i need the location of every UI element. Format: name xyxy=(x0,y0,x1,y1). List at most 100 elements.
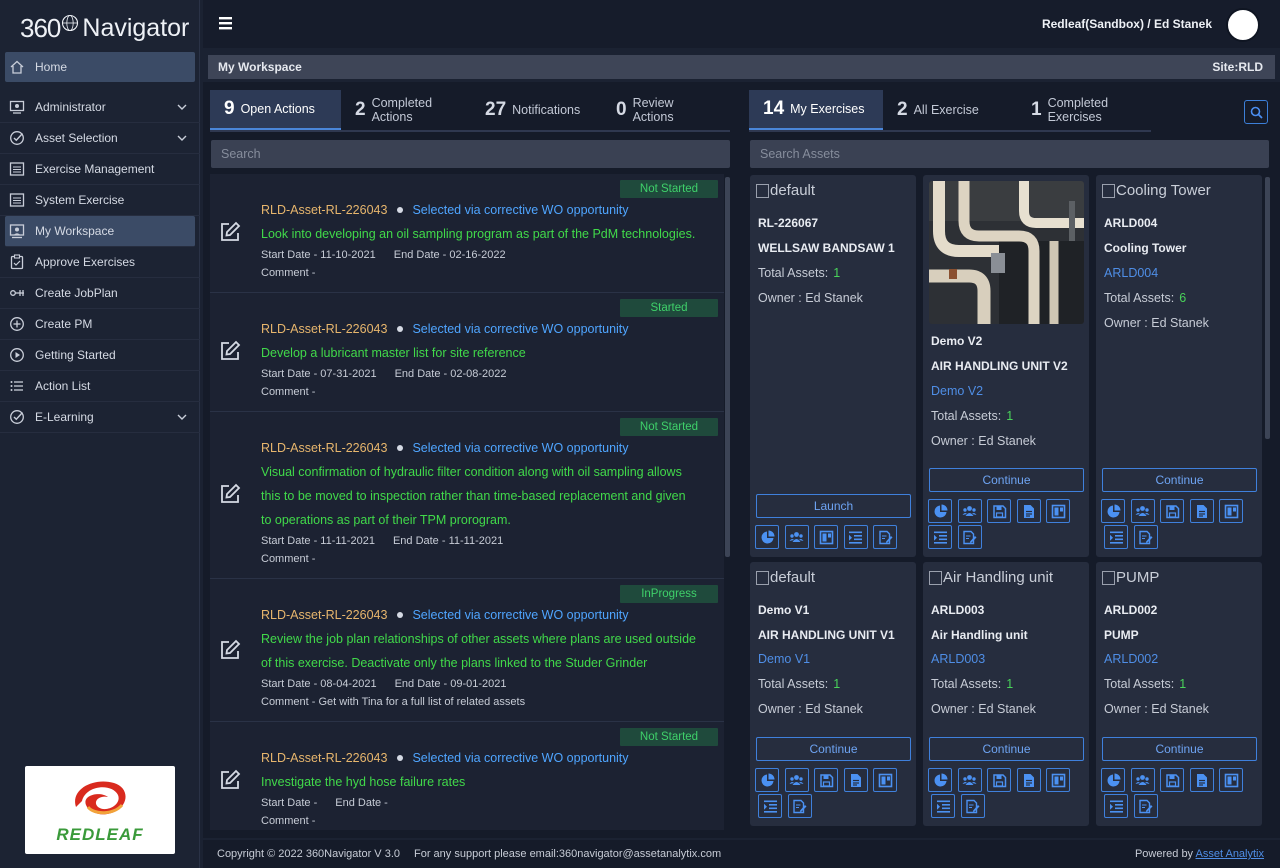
list-item[interactable]: Not Started RLD-Asset-RL-226043 Selected… xyxy=(210,412,724,579)
save-button[interactable] xyxy=(987,768,1011,792)
tab-notifications[interactable]: 27 Notifications xyxy=(471,90,602,130)
sidebar-item-home[interactable]: Home xyxy=(5,52,195,82)
users-button[interactable] xyxy=(957,768,982,792)
pie-chart-button[interactable] xyxy=(928,499,952,523)
edit-doc-button[interactable] xyxy=(787,794,812,818)
users-button[interactable] xyxy=(784,768,809,792)
save-button[interactable] xyxy=(1160,499,1184,523)
layout-button[interactable] xyxy=(1219,768,1243,792)
indent-list-button[interactable] xyxy=(843,525,868,549)
exercise-link[interactable]: ARLD003 xyxy=(931,652,985,666)
sidebar-item-action-list[interactable]: Action List xyxy=(0,371,200,402)
document-button[interactable] xyxy=(1016,768,1041,792)
user-name[interactable]: Redleaf(Sandbox) / Ed Stanek xyxy=(1042,17,1212,31)
indent-list-button[interactable] xyxy=(758,794,782,818)
continue-button[interactable]: Continue xyxy=(756,737,911,761)
assets-search-input[interactable]: Search Assets xyxy=(750,140,1269,168)
tab-open-actions[interactable]: 9 Open Actions xyxy=(210,90,341,130)
pie-chart-button[interactable] xyxy=(755,525,779,549)
asset-id[interactable]: RLD-Asset-RL-226043 xyxy=(261,203,387,217)
edit-icon[interactable] xyxy=(218,482,242,506)
sidebar-item-asset-selection[interactable]: Asset Selection xyxy=(0,123,200,154)
edit-icon[interactable] xyxy=(218,220,242,244)
edit-icon[interactable] xyxy=(218,638,242,662)
layout-button[interactable] xyxy=(873,768,897,792)
layout-button[interactable] xyxy=(1046,499,1070,523)
exercises-scrollbar[interactable] xyxy=(1265,177,1270,439)
edit-doc-button[interactable] xyxy=(1133,794,1158,818)
save-button[interactable] xyxy=(814,768,838,792)
exercise-link[interactable]: Demo V1 xyxy=(758,652,810,666)
pie-chart-button[interactable] xyxy=(928,768,952,792)
sidebar-item-system-exercise[interactable]: System Exercise xyxy=(0,185,200,216)
layout-button[interactable] xyxy=(814,525,838,549)
list-item[interactable]: Not Started RLD-Asset-RL-226043 Selected… xyxy=(210,174,724,293)
list-item[interactable]: Not Started RLD-Asset-RL-226043 Selected… xyxy=(210,722,724,830)
edit-doc-button[interactable] xyxy=(960,794,985,818)
asset-id[interactable]: RLD-Asset-RL-226043 xyxy=(261,751,387,765)
tab-all-exercise[interactable]: 2 All Exercise xyxy=(883,90,1017,130)
pie-chart-button[interactable] xyxy=(755,768,779,792)
indent-list-button[interactable] xyxy=(1104,794,1128,818)
app-logo[interactable]: 360 Navigator xyxy=(20,10,189,46)
document-button[interactable] xyxy=(1016,499,1041,523)
indent-list-button[interactable] xyxy=(931,794,955,818)
tab-my-exercises[interactable]: 14 My Exercises xyxy=(749,90,883,130)
actions-scrollbar[interactable] xyxy=(725,177,730,557)
edit-doc-button[interactable] xyxy=(873,525,897,549)
document-button[interactable] xyxy=(1189,499,1214,523)
edit-doc-button[interactable] xyxy=(957,525,982,549)
asset-id[interactable]: RLD-Asset-RL-226043 xyxy=(261,322,387,336)
pie-chart-button[interactable] xyxy=(1101,768,1125,792)
edit-icon[interactable] xyxy=(218,339,242,363)
total-assets-count: 1 xyxy=(833,677,841,691)
tab-completed-actions[interactable]: 2 Completed Actions xyxy=(341,90,471,130)
exercise-link[interactable]: ARLD004 xyxy=(1104,266,1158,280)
exercise-link[interactable]: Demo V2 xyxy=(931,384,983,398)
users-button[interactable] xyxy=(1130,768,1155,792)
continue-button[interactable]: Continue xyxy=(929,737,1084,761)
pie-chart-button[interactable] xyxy=(1101,499,1125,523)
edit-doc-icon xyxy=(1139,799,1153,813)
save-button[interactable] xyxy=(987,499,1011,523)
avatar[interactable] xyxy=(1226,8,1260,42)
asset-id[interactable]: RLD-Asset-RL-226043 xyxy=(261,608,387,622)
edit-doc-button[interactable] xyxy=(1133,525,1158,549)
edit-icon[interactable] xyxy=(218,768,242,792)
sidebar-item-getting-started[interactable]: Getting Started xyxy=(0,340,200,371)
users-button[interactable] xyxy=(1130,499,1155,523)
continue-button[interactable]: Continue xyxy=(1102,468,1257,492)
sidebar-item-e-learning[interactable]: E-Learning xyxy=(0,402,200,433)
layout-button[interactable] xyxy=(1219,499,1243,523)
search-button[interactable] xyxy=(1244,100,1268,124)
exercise-link[interactable]: ARLD002 xyxy=(1104,652,1158,666)
launch-button[interactable]: Launch xyxy=(756,494,911,518)
sidebar-item-approve-exercises[interactable]: Approve Exercises xyxy=(0,247,200,278)
indent-list-button[interactable] xyxy=(928,525,952,549)
hamburger-menu-icon[interactable] xyxy=(217,15,235,31)
indent-list-button[interactable] xyxy=(1104,525,1128,549)
sidebar-item-administrator[interactable]: Administrator xyxy=(0,92,200,123)
actions-search-input[interactable]: Search xyxy=(211,140,730,168)
powered-by-link[interactable]: Asset Analytix xyxy=(1196,848,1264,860)
document-button[interactable] xyxy=(843,768,868,792)
list-item[interactable]: InProgress RLD-Asset-RL-226043 Selected … xyxy=(210,579,724,722)
document-button[interactable] xyxy=(1189,768,1214,792)
tab-review-actions[interactable]: 0 Review Actions xyxy=(602,90,727,130)
tab-completed-exercises[interactable]: 1 Completed Exercises xyxy=(1017,90,1151,130)
users-button[interactable] xyxy=(784,525,809,549)
layout-icon xyxy=(819,530,833,544)
layout-icon xyxy=(1224,773,1238,787)
layout-button[interactable] xyxy=(1046,768,1070,792)
sidebar-item-my-workspace[interactable]: My Workspace xyxy=(5,216,195,247)
save-button[interactable] xyxy=(1160,768,1184,792)
sidebar-item-exercise-management[interactable]: Exercise Management xyxy=(0,154,200,185)
sidebar-item-create-jobplan[interactable]: Create JobPlan xyxy=(0,278,200,309)
users-button[interactable] xyxy=(957,499,982,523)
list-item[interactable]: Started RLD-Asset-RL-226043 Selected via… xyxy=(210,293,724,412)
asset-id[interactable]: RLD-Asset-RL-226043 xyxy=(261,441,387,455)
continue-button[interactable]: Continue xyxy=(1102,737,1257,761)
continue-button[interactable]: Continue xyxy=(929,468,1084,492)
sidebar-item-create-pm[interactable]: Create PM xyxy=(0,309,200,340)
save-icon xyxy=(992,504,1006,518)
